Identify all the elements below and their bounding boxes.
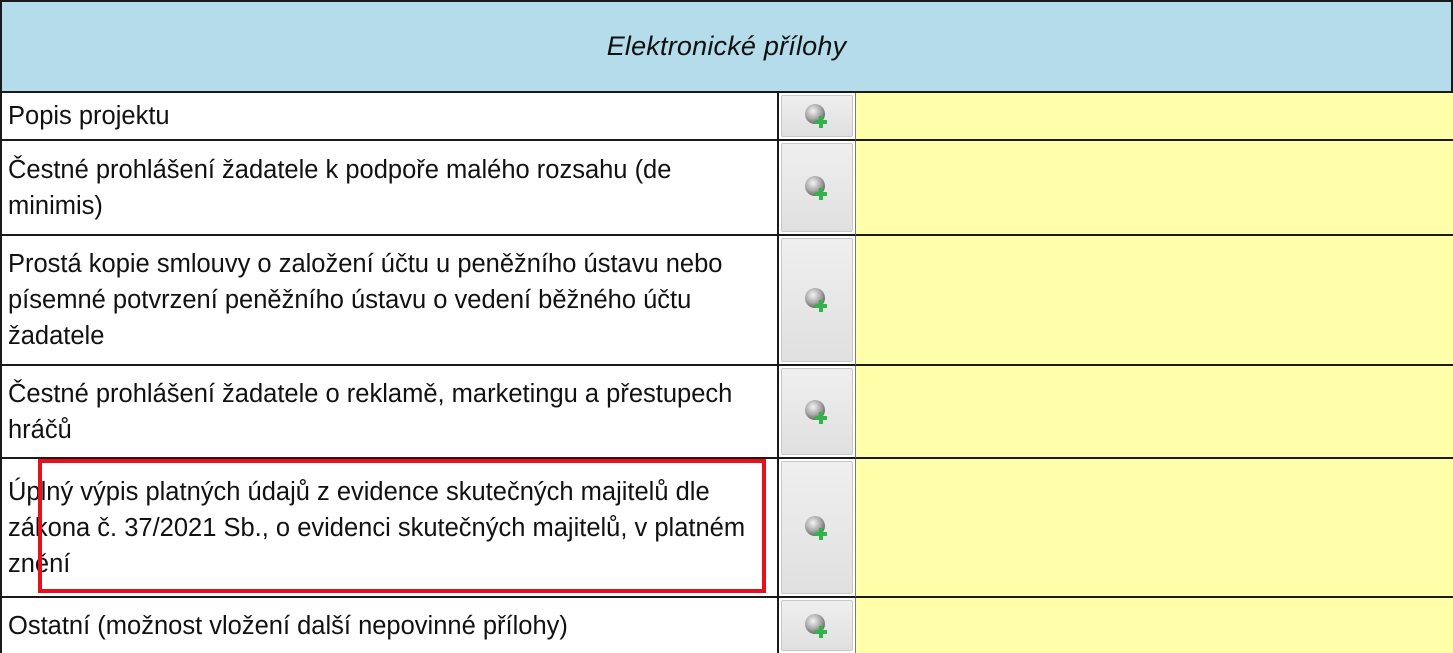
- attachment-row-ostatni: Ostatní (možnost vložení další nepovinné…: [0, 598, 1453, 653]
- attachment-label: Čestné prohlášení žadatele o reklamě, ma…: [0, 366, 779, 459]
- attachment-file-field[interactable]: [856, 459, 1453, 598]
- attachment-label: Čestné prohlášení žadatele k podpoře mal…: [0, 141, 779, 236]
- attachment-label: Úplný výpis platných údajů z evidence sk…: [0, 459, 779, 598]
- attach-add-icon: [805, 104, 827, 128]
- attach-add-icon: [805, 288, 827, 312]
- attachment-file-field[interactable]: [856, 236, 1453, 366]
- attachment-row-popis-projektu: Popis projektu: [0, 93, 1453, 141]
- attachment-icon-cell: [779, 366, 856, 459]
- attachment-icon-cell: [779, 236, 856, 366]
- attachment-label-text: Úplný výpis platných údajů z evidence sk…: [8, 477, 746, 578]
- attachment-label-text: Prostá kopie smlouvy o založení účtu u p…: [8, 250, 723, 350]
- attachment-file-field[interactable]: [856, 141, 1453, 236]
- attachment-label-text: Čestné prohlášení žadatele o reklamě, ma…: [8, 379, 733, 444]
- attachment-file-field[interactable]: [856, 366, 1453, 459]
- attachment-file-field[interactable]: [856, 598, 1453, 653]
- attachment-row-skutecni-majitele: Úplný výpis platných údajů z evidence sk…: [0, 459, 1453, 598]
- attach-add-icon: [805, 175, 827, 200]
- add-attachment-button[interactable]: [781, 368, 853, 455]
- attachment-row-reklama: Čestné prohlášení žadatele o reklamě, ma…: [0, 366, 1453, 459]
- attachment-label: Popis projektu: [0, 93, 779, 141]
- attach-add-icon: [805, 515, 827, 540]
- attachments-table: Elektronické přílohy Popis projektu Čest…: [0, 0, 1453, 653]
- attachment-icon-cell: [779, 141, 856, 236]
- add-attachment-button[interactable]: [781, 600, 853, 651]
- attachment-icon-cell: [779, 459, 856, 598]
- attachment-label-text: Čestné prohlášení žadatele k podpoře mal…: [8, 155, 672, 220]
- attach-add-icon: [805, 613, 827, 638]
- attach-add-icon: [805, 399, 827, 424]
- add-attachment-button[interactable]: [781, 461, 853, 594]
- attachment-label-text: Ostatní (možnost vložení další nepovinné…: [8, 611, 568, 640]
- attachment-row-smlouva-ucet: Prostá kopie smlouvy o založení účtu u p…: [0, 236, 1453, 366]
- table-title: Elektronické přílohy: [606, 31, 847, 61]
- attachment-icon-cell: [779, 93, 856, 141]
- add-attachment-button[interactable]: [781, 238, 853, 362]
- attachment-label: Ostatní (možnost vložení další nepovinné…: [0, 598, 779, 653]
- attachment-icon-cell: [779, 598, 856, 653]
- attachment-file-field[interactable]: [856, 93, 1453, 141]
- attachment-row-de-minimis: Čestné prohlášení žadatele k podpoře mal…: [0, 141, 1453, 236]
- attachment-label-text: Popis projektu: [8, 102, 170, 130]
- add-attachment-button[interactable]: [781, 95, 853, 137]
- table-header: Elektronické přílohy: [0, 0, 1453, 93]
- add-attachment-button[interactable]: [781, 143, 853, 232]
- attachment-label: Prostá kopie smlouvy o založení účtu u p…: [0, 236, 779, 366]
